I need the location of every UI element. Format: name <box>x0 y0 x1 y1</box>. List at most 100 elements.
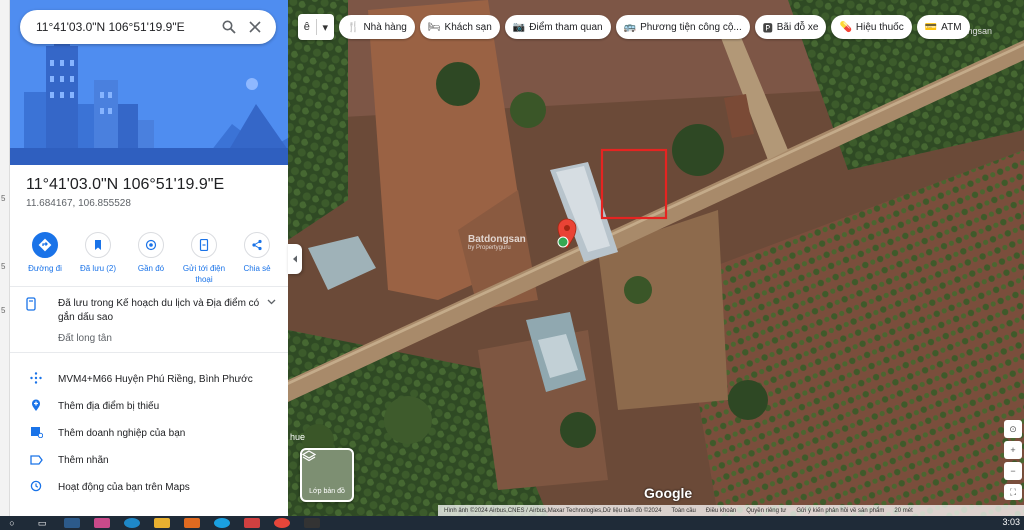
chip-label: ATM <box>941 21 962 33</box>
place-actions: Đường đi Đã lưu (2) Gần đó Gửi tới điện … <box>20 232 282 285</box>
camera-icon: 📷 <box>512 21 526 33</box>
search-box[interactable] <box>20 10 276 44</box>
zoom-out-button[interactable]: − <box>1004 462 1022 480</box>
add-label-text: Thêm nhãn <box>58 455 109 466</box>
hotel-icon: 🛏 <box>427 21 441 33</box>
app-icon[interactable] <box>244 518 260 528</box>
send-to-phone-button[interactable]: Gửi tới điện thoại <box>179 232 229 285</box>
store-icon[interactable] <box>64 518 80 528</box>
business-icon <box>26 426 46 441</box>
nearby-icon <box>138 232 164 258</box>
fullscreen-button[interactable]: ⛶ <box>1004 484 1022 500</box>
directions-button[interactable]: Đường đi <box>20 232 70 285</box>
edge-mark: 5 <box>1 194 6 203</box>
send-to-phone-label: Gửi tới điện thoại <box>182 264 226 284</box>
saved-list-notice[interactable]: Đã lưu trong Kế hoạch du lịch và Địa điể… <box>26 297 276 344</box>
search-icon[interactable]: ○ <box>4 518 20 528</box>
attribution-link-terms[interactable]: Điều khoản <box>706 508 736 514</box>
plus-code-icon <box>26 372 46 387</box>
attribution-link-feedback[interactable]: Gửi ý kiến phản hồi về sản phẩm <box>796 508 884 514</box>
send-to-phone-icon <box>191 232 217 258</box>
add-place-text: Thêm địa điểm bị thiếu <box>58 401 160 412</box>
add-business-text: Thêm doanh nghiệp của bạn <box>58 428 186 439</box>
map-attribution-bar: Hình ảnh ©2024 Airbus,CNES / Airbus,Maxa… <box>438 505 1024 516</box>
edge-mark: 5 <box>1 262 6 271</box>
chip-attractions[interactable]: 📷 Điểm tham quan <box>504 15 611 39</box>
add-label-row[interactable]: Thêm nhãn <box>26 447 276 474</box>
search-icon[interactable] <box>216 14 242 40</box>
chip-label: Bãi đỗ xe <box>776 21 819 33</box>
bookmark-icon <box>26 297 46 325</box>
place-details-list: MVM4+M66 Huyện Phú Riềng, Bình Phước Thê… <box>26 366 276 501</box>
transit-icon: 🚌 <box>623 21 637 33</box>
app-icon[interactable] <box>304 518 320 528</box>
attribution-link-global[interactable]: Toàn cầu <box>672 508 696 514</box>
scale-label: 20 mét <box>894 507 913 514</box>
map-side-label: hue <box>290 432 306 442</box>
divider <box>10 352 288 353</box>
add-place-row[interactable]: Thêm địa điểm bị thiếu <box>26 393 276 420</box>
collapse-panel-button[interactable] <box>288 244 302 274</box>
zoom-in-button[interactable]: + <box>1004 441 1022 459</box>
nearby-button[interactable]: Gần đó <box>126 232 176 285</box>
app-icon[interactable] <box>94 518 110 528</box>
chip-restaurants[interactable]: 🍴 Nhà hàng <box>339 15 415 39</box>
taskbar-clock: 3:03 <box>1002 517 1020 527</box>
atm-icon: 💳 <box>924 21 938 33</box>
label-icon <box>26 454 46 468</box>
share-label: Chia sẻ <box>243 264 271 273</box>
share-button[interactable]: Chia sẻ <box>232 232 282 285</box>
saved-list-name: Đất long tân <box>58 333 112 344</box>
add-place-icon <box>26 399 46 415</box>
chrome-icon[interactable] <box>274 518 290 528</box>
layers-button[interactable]: Lớp bản đồ <box>300 448 354 502</box>
chip-label: Khách sạn <box>444 21 492 33</box>
imagery-attribution: Hình ảnh ©2024 Airbus,CNES / Airbus,Maxa… <box>444 507 662 514</box>
share-icon <box>244 232 270 258</box>
chip-label: Phương tiện công cộ... <box>640 21 742 33</box>
chip-transit[interactable]: 🚌 Phương tiện công cộ... <box>615 15 750 39</box>
chip-pharmacy[interactable]: 💊 Hiệu thuốc <box>831 15 912 39</box>
saved-button[interactable]: Đã lưu (2) <box>73 232 123 285</box>
chip-atm[interactable]: 💳 ATM <box>916 15 970 39</box>
pegman-button[interactable]: ⊙ <box>1004 420 1022 438</box>
watermark-sub: by Propertyguru <box>468 245 511 251</box>
edge-mark: 5 <box>1 306 6 315</box>
saved-label: Đã lưu (2) <box>79 264 117 273</box>
parking-icon: 🅿 <box>762 23 773 35</box>
watermark-brand: Batdongsan <box>468 234 526 245</box>
chip-label: Điểm tham quan <box>529 21 603 33</box>
restaurant-icon: 🍴 <box>347 21 360 33</box>
satellite-imagery <box>288 0 1024 516</box>
pharmacy-icon: 💊 <box>839 21 852 33</box>
close-icon[interactable] <box>242 14 268 40</box>
skype-icon[interactable] <box>214 518 230 528</box>
attribution-link-privacy[interactable]: Quyền riêng tư <box>746 508 786 514</box>
task-view-icon[interactable]: ▭ <box>34 518 50 528</box>
search-input[interactable] <box>36 20 216 34</box>
chip-parking[interactable]: 🅿 Bãi đỗ xe <box>754 15 827 39</box>
map-canvas[interactable]: ê ▾ 🍴 Nhà hàng 🛏 Khách sạn 📷 Điểm tham q… <box>288 0 1024 516</box>
place-title: 11°41'03.0"N 106°51'19.9"E <box>26 176 225 193</box>
category-chips: ê ▾ 🍴 Nhà hàng 🛏 Khách sạn 📷 Điểm tham q… <box>298 14 970 40</box>
plus-code-text: MVM4+M66 Huyện Phú Riềng, Bình Phước <box>58 374 253 385</box>
plus-code-row[interactable]: MVM4+M66 Huyện Phú Riềng, Bình Phước <box>26 366 276 393</box>
layers-label: Lớp bản đồ <box>309 488 345 495</box>
caret-down-icon: ▾ <box>322 21 329 34</box>
chip-hotels[interactable]: 🛏 Khách sạn <box>419 15 500 39</box>
directions-icon <box>32 232 58 258</box>
map-menu-button[interactable]: ê ▾ <box>298 14 334 40</box>
saved-list-text: Đã lưu trong Kế hoạch du lịch và Địa điể… <box>58 298 260 323</box>
directions-label: Đường đi <box>28 264 62 273</box>
chip-label: Nhà hàng <box>363 21 407 33</box>
app-icon[interactable] <box>184 518 200 528</box>
place-decimal-coordinates: 11.684167, 106.855528 <box>26 198 131 209</box>
add-business-row[interactable]: Thêm doanh nghiệp của bạn <box>26 420 276 447</box>
maps-activity-row[interactable]: Hoạt động của bạn trên Maps <box>26 474 276 501</box>
map-menu-label: ê <box>303 21 310 33</box>
nearby-label: Gần đó <box>137 264 165 273</box>
edge-browser-icon[interactable] <box>124 518 140 528</box>
folder-icon[interactable] <box>154 518 170 528</box>
chevron-down-icon[interactable] <box>262 297 276 325</box>
background-window-edge: 5 5 5 <box>0 0 10 516</box>
